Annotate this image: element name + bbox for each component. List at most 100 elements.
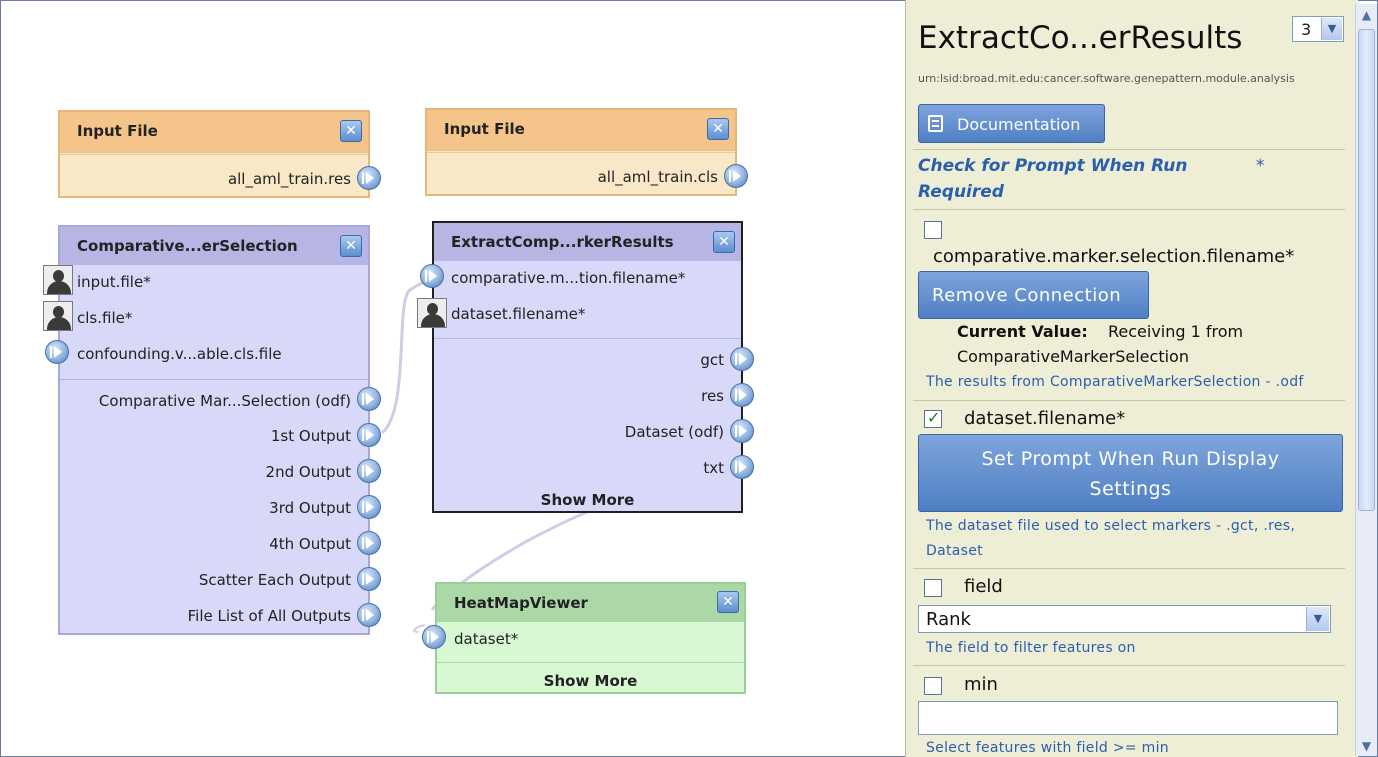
divider — [434, 338, 741, 339]
param-name: dataset.filename* — [964, 408, 1126, 429]
output-port-icon[interactable] — [357, 166, 381, 190]
output-port-icon[interactable] — [724, 164, 748, 188]
output-port-icon[interactable] — [357, 603, 381, 627]
prompt-checkbox[interactable] — [924, 579, 942, 597]
chevron-down-icon[interactable]: ▼ — [1306, 607, 1329, 631]
input-param-label: dataset* — [454, 630, 519, 648]
output-port-icon[interactable] — [730, 347, 754, 371]
close-icon[interactable]: ✕ — [340, 235, 362, 257]
separator — [913, 400, 1345, 401]
output-port-icon[interactable] — [357, 567, 381, 591]
close-icon[interactable]: ✕ — [707, 118, 729, 140]
scroll-up-icon[interactable]: ▲ — [1357, 6, 1376, 24]
output-label: 4th Output — [269, 535, 351, 553]
input-port-icon[interactable] — [45, 340, 69, 364]
set-prompt-label-2: Settings — [1089, 478, 1172, 500]
min-input[interactable] — [918, 701, 1338, 735]
module-header: HeatMapViewer — [437, 584, 744, 622]
set-prompt-display-button[interactable]: Set Prompt When Run Display Settings — [918, 434, 1343, 512]
output-label: Scatter Each Output — [198, 571, 351, 589]
output-port-icon[interactable] — [730, 419, 754, 443]
divider — [60, 154, 368, 155]
show-more-link[interactable]: Show More — [437, 672, 744, 690]
param-name: min — [964, 674, 998, 695]
param-name: field — [964, 576, 1003, 597]
heatmap-viewer-module[interactable]: HeatMapViewer ✕ dataset* Show More — [435, 582, 746, 694]
module-title: Comparative...erSelection — [77, 237, 298, 255]
module-urn: urn:lsid:broad.mit.edu:cancer.software.g… — [918, 72, 1295, 85]
panel-title: ExtractCo...erResults — [918, 20, 1243, 56]
current-value-text: Receiving 1 from — [1108, 322, 1244, 341]
param-hint: The field to filter features on — [926, 640, 1136, 656]
module-title: HeatMapViewer — [454, 594, 588, 612]
close-icon[interactable]: ✕ — [713, 231, 735, 253]
input-param-label: cls.file* — [77, 309, 133, 327]
input-file-module-1[interactable]: Input File ✕ all_aml_train.res — [58, 110, 370, 198]
input-param-label: input.file* — [77, 273, 151, 291]
input-port-icon[interactable] — [422, 625, 446, 649]
user-input-icon[interactable] — [43, 265, 73, 295]
output-label: 3rd Output — [269, 499, 351, 517]
remove-connection-button[interactable]: Remove Connection — [918, 271, 1149, 319]
current-value-label: Current Value: — [957, 322, 1088, 341]
scroll-down-icon[interactable]: ▼ — [1357, 737, 1376, 755]
prompt-checkbox[interactable] — [924, 221, 942, 239]
output-label: gct — [700, 351, 724, 369]
input-param-label: comparative.m...tion.filename* — [451, 269, 686, 287]
output-port-icon[interactable] — [357, 387, 381, 411]
set-prompt-label-1: Set Prompt When Run Display — [981, 448, 1280, 470]
version-select[interactable]: 3 ▼ — [1292, 16, 1344, 42]
prompt-checkbox[interactable] — [924, 677, 942, 695]
param-hint: Select features with field >= min — [926, 740, 1169, 756]
documentation-button[interactable]: Documentation — [918, 104, 1105, 143]
chevron-down-icon[interactable]: ▼ — [1321, 18, 1342, 40]
module-header: Input File — [427, 110, 735, 151]
module-title: Input File — [77, 122, 158, 140]
output-port-icon[interactable] — [357, 531, 381, 555]
param-name: comparative.marker.selection.filename* — [933, 246, 1295, 267]
scroll-thumb[interactable] — [1358, 29, 1375, 511]
divider — [437, 662, 744, 663]
separator — [913, 149, 1345, 150]
output-port-icon[interactable] — [730, 383, 754, 407]
input-param-label: confounding.v...able.cls.file — [77, 345, 282, 363]
param-hint: The dataset file used to select markers … — [926, 518, 1296, 534]
param-hint-2: Dataset — [926, 543, 983, 559]
comparative-marker-selection-module[interactable]: Comparative...erSelection ✕ input.file* … — [58, 225, 370, 635]
output-label: all_aml_train.res — [227, 170, 351, 188]
check-prompt-label: Check for Prompt When Run — [918, 156, 1188, 176]
required-label: Required — [918, 182, 1004, 202]
user-input-icon[interactable] — [417, 298, 447, 328]
divider — [427, 152, 735, 153]
extract-marker-results-module[interactable]: ExtractComp...rkerResults ✕ comparative.… — [432, 221, 743, 513]
output-label: File List of All Outputs — [187, 607, 351, 625]
prompt-checkbox[interactable] — [924, 408, 942, 428]
output-port-icon[interactable] — [730, 455, 754, 479]
pipeline-canvas[interactable]: Input File ✕ all_aml_train.res Input Fil… — [0, 0, 905, 757]
document-icon-lines — [932, 120, 939, 127]
param-hint: The results from ComparativeMarkerSelect… — [926, 374, 1304, 390]
user-input-icon[interactable] — [43, 301, 73, 331]
remove-connection-label: Remove Connection — [932, 285, 1122, 306]
close-icon[interactable]: ✕ — [340, 120, 362, 142]
output-label: res — [701, 387, 724, 405]
output-label: txt — [703, 459, 724, 477]
close-icon[interactable]: ✕ — [717, 591, 739, 613]
input-param-label: dataset.filename* — [451, 305, 586, 323]
panel-scrollbar[interactable]: ▲ ▼ — [1355, 4, 1377, 756]
separator — [913, 568, 1345, 569]
output-port-icon[interactable] — [357, 423, 381, 447]
output-port-icon[interactable] — [357, 495, 381, 519]
documentation-label: Documentation — [957, 115, 1081, 134]
field-select[interactable]: Rank ▼ — [918, 605, 1331, 633]
output-port-icon[interactable] — [357, 459, 381, 483]
output-label: 1st Output — [270, 427, 351, 445]
module-title: ExtractComp...rkerResults — [451, 233, 674, 251]
input-port-icon[interactable] — [420, 264, 444, 288]
input-file-module-2[interactable]: Input File ✕ all_aml_train.cls — [425, 108, 737, 196]
module-header: ExtractComp...rkerResults — [434, 223, 741, 261]
current-value-text-2: ComparativeMarkerSelection — [957, 347, 1189, 366]
version-select-value: 3 — [1301, 20, 1312, 39]
module-header: Comparative...erSelection — [60, 227, 368, 265]
show-more-link[interactable]: Show More — [434, 491, 741, 509]
